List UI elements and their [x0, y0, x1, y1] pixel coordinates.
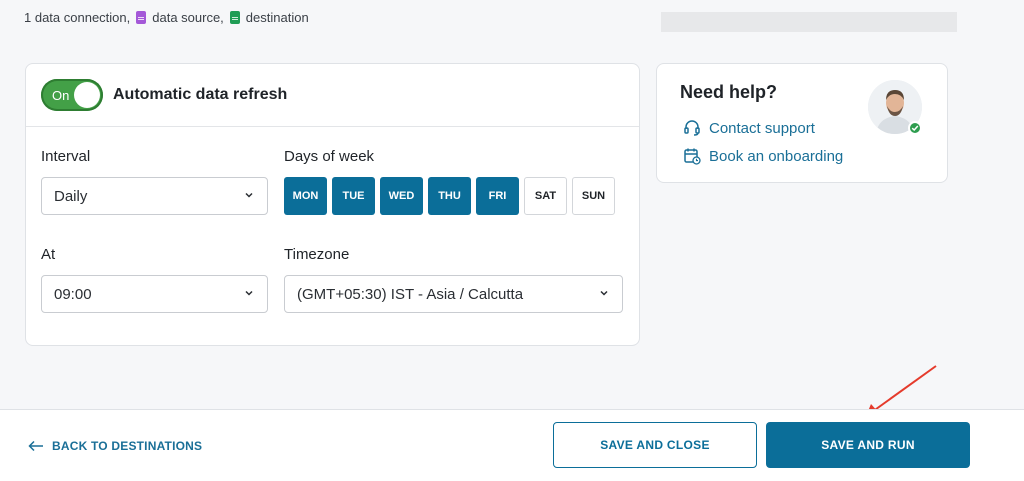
- online-status-icon: [908, 121, 922, 135]
- connection-summary: 1 data connection, data source, destinat…: [24, 10, 309, 25]
- contact-support-link[interactable]: Contact support: [683, 119, 815, 137]
- toggle-label: On: [52, 88, 70, 103]
- help-card: Need help? Contact support Book an onboa…: [656, 63, 948, 183]
- interval-label: Interval: [41, 148, 91, 165]
- day-fri-button[interactable]: FRI: [476, 177, 519, 215]
- interval-select[interactable]: Daily: [41, 177, 268, 215]
- save-and-close-button[interactable]: SAVE AND CLOSE: [553, 422, 757, 468]
- timezone-label: Timezone: [284, 246, 350, 263]
- time-select[interactable]: 09:00: [41, 275, 268, 313]
- book-onboarding-label: Book an onboarding: [709, 147, 844, 165]
- day-wed-button[interactable]: WED: [380, 177, 423, 215]
- interval-value: Daily: [54, 187, 88, 205]
- chevron-down-icon: [245, 192, 253, 198]
- back-to-destinations-link[interactable]: BACK TO DESTINATIONS: [28, 439, 202, 453]
- day-thu-button[interactable]: THU: [428, 177, 471, 215]
- auto-refresh-header: On Automatic data refresh: [26, 64, 639, 127]
- time-value: 09:00: [54, 285, 92, 303]
- back-to-destinations-label: BACK TO DESTINATIONS: [52, 439, 203, 453]
- headset-icon: [684, 120, 700, 136]
- summary-source-text: data source,: [152, 10, 224, 25]
- day-tue-button[interactable]: TUE: [332, 177, 375, 215]
- data-source-icon: [136, 11, 147, 24]
- toggle-knob: [74, 82, 100, 108]
- day-sun-button[interactable]: SUN: [572, 177, 615, 215]
- day-mon-button[interactable]: MON: [284, 177, 327, 215]
- at-label: At: [41, 246, 56, 263]
- auto-refresh-card: On Automatic data refresh Interval Daily…: [25, 63, 640, 346]
- chevron-down-icon: [245, 290, 253, 296]
- auto-refresh-toggle[interactable]: On: [41, 79, 103, 111]
- summary-connection-text: 1 data connection,: [24, 10, 131, 25]
- contact-support-label: Contact support: [709, 119, 815, 137]
- days-label: Days of week: [284, 148, 375, 165]
- sheets-destination-icon: [229, 11, 240, 24]
- timezone-value: (GMT+05:30) IST - Asia / Calcutta: [297, 285, 524, 303]
- arrow-left-icon: [28, 440, 43, 452]
- placeholder-bar: [661, 12, 957, 32]
- save-and-run-button[interactable]: SAVE AND RUN: [766, 422, 970, 468]
- calendar-clock-icon: [684, 148, 701, 165]
- summary-destination-text: destination: [245, 10, 309, 25]
- timezone-select[interactable]: (GMT+05:30) IST - Asia / Calcutta: [284, 275, 623, 313]
- auto-refresh-title: Automatic data refresh: [113, 86, 288, 103]
- footer-bar: BACK TO DESTINATIONS SAVE AND CLOSE SAVE…: [0, 409, 1024, 481]
- chevron-down-icon: [600, 290, 608, 296]
- day-sat-button[interactable]: SAT: [524, 177, 567, 215]
- help-title: Need help?: [680, 82, 778, 102]
- book-onboarding-link[interactable]: Book an onboarding: [683, 147, 843, 165]
